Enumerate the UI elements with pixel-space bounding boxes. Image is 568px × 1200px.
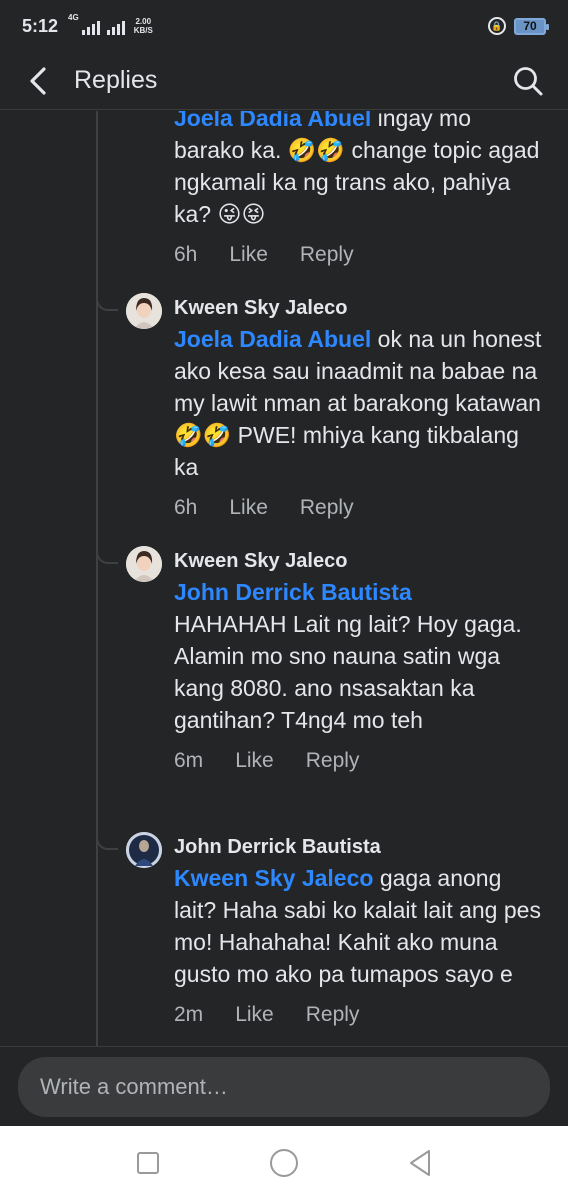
comment-author[interactable]: Kween Sky Jaleco bbox=[174, 293, 546, 323]
comment-actions: 6h Like Reply bbox=[174, 495, 546, 521]
home-button[interactable] bbox=[264, 1143, 304, 1183]
status-right: 🔒 70 bbox=[488, 17, 549, 35]
thread-branch bbox=[96, 297, 118, 311]
profile-photo-icon bbox=[126, 293, 162, 329]
like-button[interactable]: Like bbox=[229, 495, 268, 521]
status-time: 5:12 bbox=[22, 15, 59, 36]
triangle-back-icon bbox=[410, 1150, 430, 1176]
thread-branch bbox=[96, 550, 118, 564]
comment-author[interactable]: Kween Sky Jaleco bbox=[174, 546, 546, 576]
like-button[interactable]: Like bbox=[235, 748, 274, 774]
battery-icon: 70 bbox=[514, 17, 549, 35]
status-bar: 5:12 4G 2.00 KB/S 🔒 70 bbox=[0, 0, 568, 52]
page-title: Replies bbox=[74, 66, 158, 94]
comment-text: John Derrick Bautista HAHAHAH Lait ng la… bbox=[174, 576, 546, 736]
signal-bars-icon bbox=[81, 21, 100, 35]
comment-item: John Derrick Bautista Kween Sky Jaleco g… bbox=[126, 832, 546, 1028]
mention-link[interactable]: Kween Sky Jaleco bbox=[174, 865, 373, 891]
comment-actions: 6h Like Reply bbox=[174, 242, 546, 268]
comment-body: Joela Dadia Abuel ingay mo barako ka. 🤣🤣… bbox=[174, 111, 546, 268]
signal-indicators: 4G 2.00 KB/S bbox=[68, 13, 153, 35]
search-button[interactable] bbox=[508, 61, 548, 101]
comment-time: 6h bbox=[174, 496, 198, 519]
comment-body: Kween Sky Jaleco Joela Dadia Abuel ok na… bbox=[174, 293, 546, 521]
search-icon bbox=[514, 66, 543, 95]
signal-bars-2-icon bbox=[106, 21, 125, 35]
square-icon bbox=[137, 1152, 159, 1174]
comment-text: Kween Sky Jaleco gaga anong lait? Haha s… bbox=[174, 865, 541, 987]
comment-item: Joela Dadia Abuel ingay mo barako ka. 🤣🤣… bbox=[126, 111, 546, 268]
thread-line bbox=[96, 111, 98, 1046]
system-nav-bar bbox=[0, 1126, 568, 1200]
comment-input-placeholder: Write a comment… bbox=[40, 1074, 228, 1099]
header: Replies bbox=[0, 52, 568, 110]
comment-text: Joela Dadia Abuel ingay mo barako ka. 🤣🤣… bbox=[174, 111, 546, 230]
network-type: 4G bbox=[68, 13, 79, 22]
comment-text: Joela Dadia Abuel ok na un honest ako ke… bbox=[174, 326, 542, 480]
replies-screen: 5:12 4G 2.00 KB/S 🔒 70 Replies Joela Dad… bbox=[0, 0, 568, 1200]
avatar[interactable] bbox=[126, 546, 162, 582]
comment-time: 2m bbox=[174, 1003, 204, 1026]
avatar[interactable] bbox=[126, 832, 162, 868]
rotation-lock-icon: 🔒 bbox=[488, 17, 506, 35]
avatar[interactable] bbox=[126, 293, 162, 329]
thread-branch bbox=[96, 836, 118, 850]
reply-button[interactable]: Reply bbox=[300, 242, 354, 268]
comment-body: Kween Sky Jaleco John Derrick Bautista H… bbox=[174, 546, 546, 774]
recents-button[interactable] bbox=[128, 1143, 168, 1183]
comment-author[interactable]: John Derrick Bautista bbox=[174, 832, 546, 862]
circle-icon bbox=[270, 1149, 298, 1177]
network-speed: 2.00 KB/S bbox=[133, 17, 153, 35]
battery-level: 70 bbox=[523, 19, 537, 33]
comment-actions: 2m Like Reply bbox=[174, 1002, 546, 1028]
back-nav-button[interactable] bbox=[400, 1143, 440, 1183]
comment-input[interactable]: Write a comment… bbox=[18, 1057, 550, 1117]
like-button[interactable]: Like bbox=[229, 242, 268, 268]
comment-item: Kween Sky Jaleco John Derrick Bautista H… bbox=[126, 546, 546, 774]
comment-time: 6m bbox=[174, 749, 204, 772]
comment-time: 6h bbox=[174, 243, 198, 266]
back-arrow-icon bbox=[30, 66, 46, 95]
mention-link[interactable]: Joela Dadia Abuel bbox=[174, 111, 371, 131]
reply-thread[interactable]: Joela Dadia Abuel ingay mo barako ka. 🤣🤣… bbox=[0, 111, 568, 1046]
like-button[interactable]: Like bbox=[235, 1002, 274, 1028]
comment-actions: 6m Like Reply bbox=[174, 748, 546, 774]
reply-button[interactable]: Reply bbox=[300, 495, 354, 521]
profile-photo-icon bbox=[126, 546, 162, 582]
composer-bar: Write a comment… bbox=[0, 1046, 568, 1126]
mention-link[interactable]: Joela Dadia Abuel bbox=[174, 326, 371, 352]
profile-photo-icon bbox=[126, 832, 162, 868]
reply-button[interactable]: Reply bbox=[306, 748, 360, 774]
mention-link[interactable]: John Derrick Bautista bbox=[174, 576, 546, 608]
back-button[interactable] bbox=[16, 59, 60, 103]
comment-item: Kween Sky Jaleco Joela Dadia Abuel ok na… bbox=[126, 293, 546, 521]
reply-button[interactable]: Reply bbox=[306, 1002, 360, 1028]
comment-body: John Derrick Bautista Kween Sky Jaleco g… bbox=[174, 832, 546, 1028]
